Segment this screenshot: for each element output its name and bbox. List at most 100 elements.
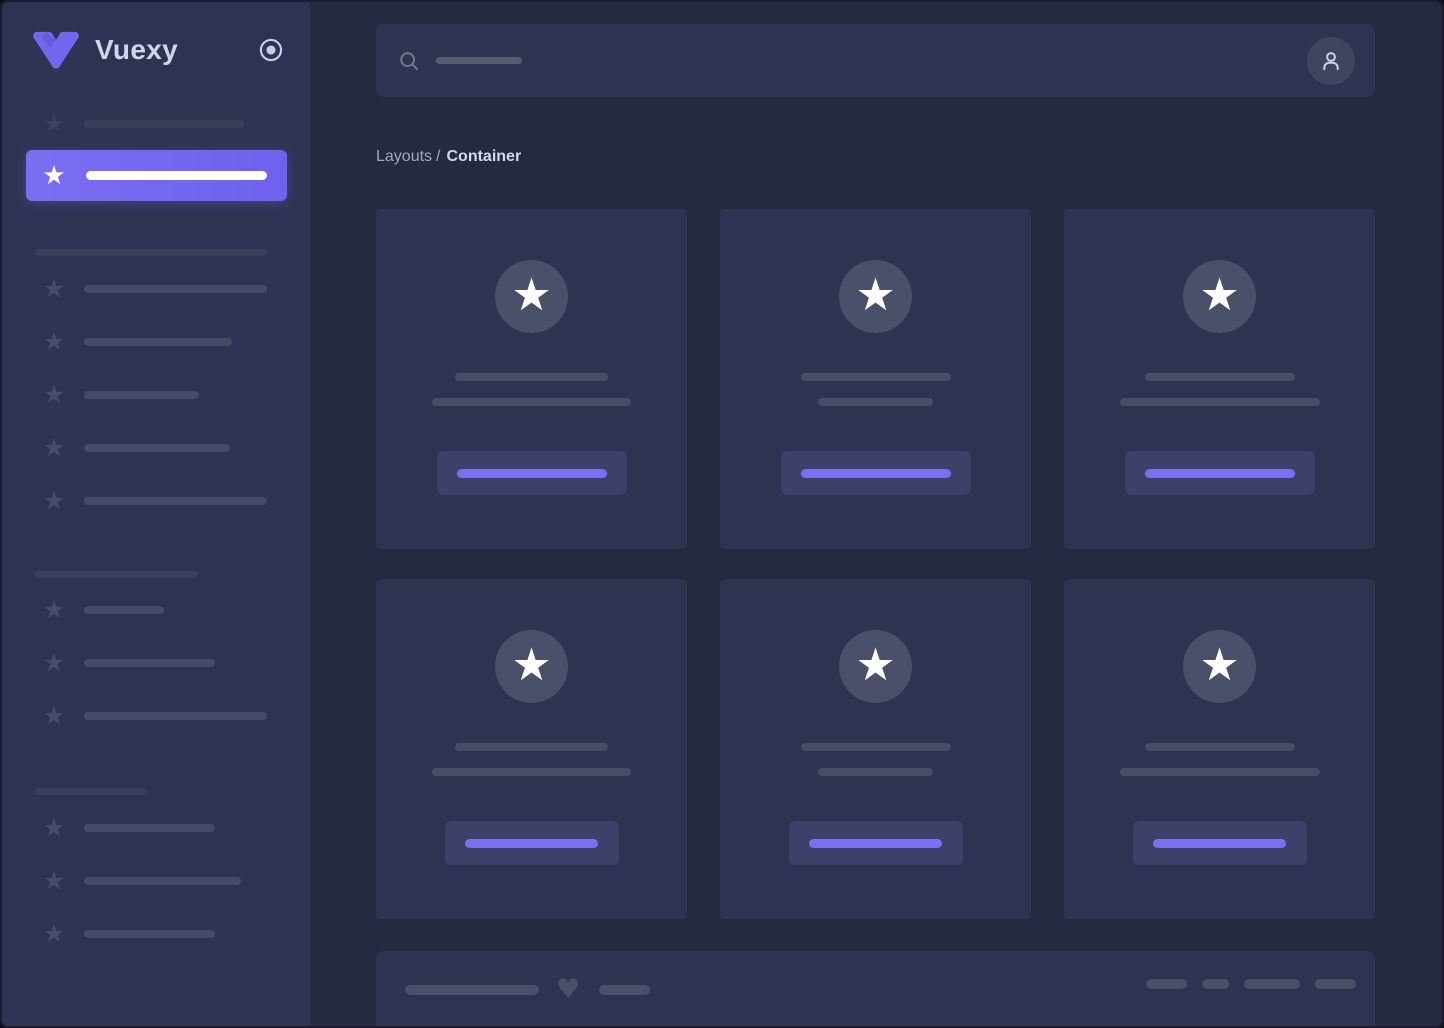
sidebar-item[interactable]: ★ xyxy=(2,328,310,355)
vuexy-logo xyxy=(30,30,82,70)
button-label-skeleton xyxy=(456,468,607,478)
menu-label-skeleton xyxy=(84,390,199,399)
card-avatar-circle: ★ xyxy=(495,260,568,333)
star-icon: ★ xyxy=(855,268,896,321)
star-icon: ★ xyxy=(42,327,66,356)
star-icon: ★ xyxy=(42,866,66,895)
sidebar-item[interactable]: ★ xyxy=(2,596,310,623)
breadcrumb-link-layouts[interactable]: Layouts xyxy=(376,148,432,165)
card: ★ xyxy=(720,579,1031,919)
card: ★ xyxy=(1064,579,1375,919)
card-avatar-circle: ★ xyxy=(839,630,912,703)
footer-text-skeleton xyxy=(599,985,651,995)
button-label-skeleton xyxy=(465,838,598,848)
footer-left-group: ♥ xyxy=(405,974,651,1005)
breadcrumb: Layouts / Container xyxy=(376,147,1375,166)
card-action-button[interactable] xyxy=(788,821,963,865)
footer-link-skeleton xyxy=(1202,979,1229,989)
button-label-skeleton xyxy=(800,468,951,478)
sidebar-item[interactable]: ★ xyxy=(2,110,310,137)
card: ★ xyxy=(720,209,1031,549)
star-icon: ★ xyxy=(42,595,66,624)
sidebar-item[interactable]: ★ xyxy=(2,649,310,676)
menu-label-skeleton xyxy=(86,171,267,180)
sidebar-nav: ★ ★ ★ ★ ★ ★ ★ ★ ★ ★ ★ ★ ★ xyxy=(2,110,310,947)
star-icon: ★ xyxy=(511,268,552,321)
nav-section-header-skeleton xyxy=(35,788,147,795)
card-avatar-circle: ★ xyxy=(839,260,912,333)
card-action-button[interactable] xyxy=(444,821,619,865)
sidebar: Vuexy ★ ★ ★ ★ ★ ★ ★ ★ ★ ★ ★ ★ ★ xyxy=(2,2,310,1026)
footer-text-skeleton xyxy=(405,985,539,995)
card: ★ xyxy=(376,209,687,549)
footer-link-skeleton xyxy=(1146,979,1187,989)
main-area: Layouts / Container ★ ★ ★ ★ ★ ★ ♥ xyxy=(310,2,1442,1026)
card-avatar-circle: ★ xyxy=(1183,260,1256,333)
sidebar-item[interactable]: ★ xyxy=(2,814,310,841)
menu-label-skeleton xyxy=(84,876,241,885)
nav-section-header-skeleton xyxy=(35,249,267,256)
brand-name: Vuexy xyxy=(95,34,178,65)
menu-label-skeleton xyxy=(84,823,215,832)
star-icon: ★ xyxy=(42,701,66,730)
card-text-skeleton xyxy=(455,743,608,751)
button-label-skeleton xyxy=(1144,468,1295,478)
menu-label-skeleton xyxy=(84,929,215,938)
star-icon: ★ xyxy=(855,638,896,691)
app-window: Vuexy ★ ★ ★ ★ ★ ★ ★ ★ ★ ★ ★ ★ ★ Layouts … xyxy=(0,0,1444,1028)
sidebar-item[interactable]: ★ xyxy=(2,275,310,302)
menu-label-skeleton xyxy=(84,284,267,293)
card: ★ xyxy=(1064,209,1375,549)
footer-link-skeleton xyxy=(1315,979,1356,989)
card-text-skeleton xyxy=(800,743,951,751)
footer-link-skeleton xyxy=(1244,979,1300,989)
card-action-button[interactable] xyxy=(436,451,627,495)
breadcrumb-current: Container xyxy=(446,148,522,165)
sidebar-item[interactable]: ★ xyxy=(2,381,310,408)
card-text-skeleton xyxy=(1119,398,1320,406)
star-icon: ★ xyxy=(1199,268,1240,321)
search-placeholder-skeleton xyxy=(436,57,522,64)
nav-section-header-skeleton xyxy=(35,571,198,578)
star-icon: ★ xyxy=(511,638,552,691)
menu-pin-toggle[interactable] xyxy=(258,37,284,63)
sidebar-item[interactable]: ★ xyxy=(2,434,310,461)
card-text-skeleton xyxy=(800,373,951,381)
menu-label-skeleton xyxy=(84,496,267,505)
search-bar[interactable] xyxy=(376,24,1375,97)
card-action-button[interactable] xyxy=(1132,821,1307,865)
menu-label-skeleton xyxy=(84,605,164,614)
user-menu-button[interactable] xyxy=(1307,36,1355,85)
card-text-skeleton xyxy=(818,398,933,406)
card-text-skeleton xyxy=(1119,768,1320,776)
menu-label-skeleton xyxy=(84,711,267,720)
sidebar-item[interactable]: ★ xyxy=(2,702,310,729)
star-icon: ★ xyxy=(42,486,66,515)
breadcrumb-separator: / xyxy=(436,148,441,165)
button-label-skeleton xyxy=(809,838,942,848)
sidebar-header: Vuexy xyxy=(2,2,310,70)
heart-icon: ♥ xyxy=(556,974,581,1005)
sidebar-item[interactable]: ★ xyxy=(2,487,310,514)
card-text-skeleton xyxy=(432,398,631,406)
card: ★ xyxy=(376,579,687,919)
sidebar-item-active[interactable]: ★ xyxy=(26,150,287,201)
card-grid: ★ ★ ★ ★ ★ ★ xyxy=(376,209,1375,919)
card-action-button[interactable] xyxy=(780,451,971,495)
card-avatar-circle: ★ xyxy=(1183,630,1256,703)
star-icon: ★ xyxy=(42,380,66,409)
star-icon: ★ xyxy=(42,919,66,948)
sidebar-item[interactable]: ★ xyxy=(2,867,310,894)
menu-label-skeleton xyxy=(84,658,215,667)
card-action-button[interactable] xyxy=(1124,451,1315,495)
star-icon: ★ xyxy=(42,648,66,677)
search-icon xyxy=(398,50,420,72)
button-label-skeleton xyxy=(1153,838,1286,848)
card-text-skeleton xyxy=(1144,373,1295,381)
card-avatar-circle: ★ xyxy=(495,630,568,703)
person-icon xyxy=(1323,51,1339,70)
footer-card: ♥ xyxy=(376,951,1375,1026)
sidebar-item[interactable]: ★ xyxy=(2,920,310,947)
star-icon: ★ xyxy=(42,160,66,191)
card-text-skeleton xyxy=(1144,743,1295,751)
